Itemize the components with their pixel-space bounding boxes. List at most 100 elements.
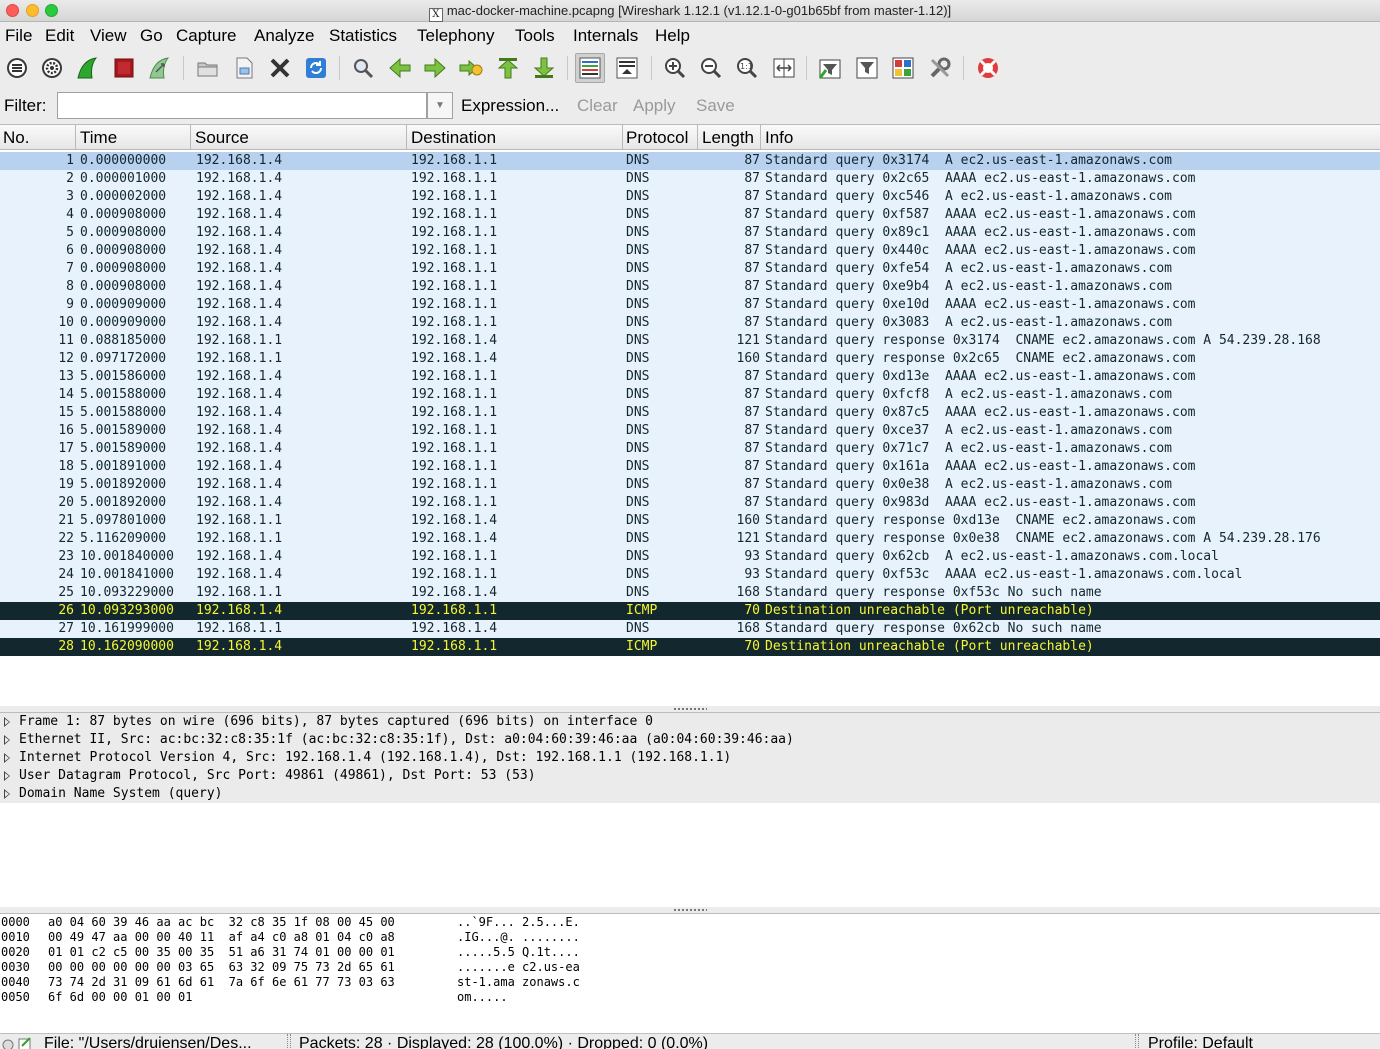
expand-arrow-icon[interactable] — [4, 735, 10, 745]
packet-row[interactable]: 22 5.116209000 192.168.1.1 192.168.1.4 DNS 12… — [0, 530, 1380, 548]
filter-input[interactable] — [57, 92, 427, 119]
interfaces-icon[interactable] — [2, 53, 32, 83]
column-header-destination[interactable]: Destination — [408, 125, 623, 150]
hex-ascii[interactable]: .....5.5 Q.1t.... — [457, 945, 580, 960]
column-header-length[interactable]: Length — [699, 125, 761, 150]
hex-offset[interactable]: 0030 — [1, 960, 30, 975]
zoom-in-icon[interactable] — [660, 53, 690, 83]
packet-row[interactable]: 19 5.001892000 192.168.1.4 192.168.1.1 DNS 87… — [0, 476, 1380, 494]
back-icon[interactable] — [385, 53, 415, 83]
apply-button[interactable]: Apply — [633, 96, 676, 116]
column-header-no[interactable]: No. — [0, 125, 76, 150]
hex-offset[interactable]: 0010 — [1, 930, 30, 945]
hex-bytes[interactable]: 00 49 47 aa 00 00 40 11 af a4 c0 a8 01 0… — [48, 930, 395, 945]
hex-ascii[interactable]: .IG...@. ........ — [457, 930, 580, 945]
packet-row[interactable]: 5 0.000908000 192.168.1.4 192.168.1.1 DNS 87 S… — [0, 224, 1380, 242]
hex-bytes[interactable]: 6f 6d 00 00 01 00 01 — [48, 990, 193, 1005]
packet-row[interactable]: 2 0.000001000 192.168.1.4 192.168.1.1 DNS 87 S… — [0, 170, 1380, 188]
hex-bytes[interactable]: 01 01 c2 c5 00 35 00 35 51 a6 31 74 01 0… — [48, 945, 395, 960]
packet-row[interactable]: 12 0.097172000 192.168.1.1 192.168.1.4 DNS 16… — [0, 350, 1380, 368]
menu-help[interactable]: Help — [655, 26, 690, 46]
colorize-icon[interactable] — [575, 53, 605, 83]
detail-tree-item[interactable]: Internet Protocol Version 4, Src: 192.16… — [0, 749, 1380, 767]
help-icon[interactable] — [973, 53, 1003, 83]
expert-info-icon[interactable] — [1, 1036, 15, 1049]
expand-arrow-icon[interactable] — [4, 789, 10, 799]
packet-row[interactable]: 1 0.000000000 192.168.1.4 192.168.1.1 DNS 87 S… — [0, 152, 1380, 170]
expand-arrow-icon[interactable] — [4, 717, 10, 727]
packet-row[interactable]: 14 5.001588000 192.168.1.4 192.168.1.1 DNS 87… — [0, 386, 1380, 404]
packet-row[interactable]: 11 0.088185000 192.168.1.1 192.168.1.4 DNS 12… — [0, 332, 1380, 350]
go-to-packet-icon[interactable] — [456, 53, 486, 83]
column-header-info[interactable]: Info — [762, 125, 1380, 150]
status-profile[interactable]: Profile: Default — [1148, 1034, 1378, 1049]
normal-size-icon[interactable]: 1:1 — [732, 53, 762, 83]
stop-capture-icon[interactable] — [109, 53, 139, 83]
hex-offset[interactable]: 0040 — [1, 975, 30, 990]
save-filter-button[interactable]: Save — [696, 96, 735, 116]
options-icon[interactable] — [37, 53, 67, 83]
packet-row[interactable]: 3 0.000002000 192.168.1.4 192.168.1.1 DNS 87 S… — [0, 188, 1380, 206]
start-capture-icon[interactable] — [73, 53, 103, 83]
first-packet-icon[interactable] — [493, 53, 523, 83]
packet-row[interactable]: 28 10.162090000 192.168.1.4 192.168.1.1 ICMP… — [0, 638, 1380, 656]
packet-row[interactable]: 23 10.001840000 192.168.1.4 192.168.1.1 DNS 9… — [0, 548, 1380, 566]
hex-ascii[interactable]: st-1.ama zonaws.c — [457, 975, 580, 990]
hex-bytes[interactable]: a0 04 60 39 46 aa ac bc 32 c8 35 1f 08 0… — [48, 915, 395, 930]
preferences-icon[interactable] — [925, 53, 955, 83]
menu-view[interactable]: View — [90, 26, 127, 46]
detail-tree-item[interactable]: Ethernet II, Src: ac:bc:32:c8:35:1f (ac:… — [0, 731, 1380, 749]
packet-row[interactable]: 16 5.001589000 192.168.1.4 192.168.1.1 DNS 87… — [0, 422, 1380, 440]
detail-tree-item[interactable]: User Datagram Protocol, Src Port: 49861 … — [0, 767, 1380, 785]
forward-icon[interactable] — [420, 53, 450, 83]
hex-bytes[interactable]: 00 00 00 00 00 00 03 65 63 32 09 75 73 2… — [48, 960, 395, 975]
find-icon[interactable] — [348, 53, 378, 83]
packet-row[interactable]: 24 10.001841000 192.168.1.4 192.168.1.1 DNS 9… — [0, 566, 1380, 584]
filter-dropdown-button[interactable]: ▼ — [427, 92, 453, 119]
packet-row[interactable]: 10 0.000909000 192.168.1.4 192.168.1.1 DNS 87… — [0, 314, 1380, 332]
detail-tree-item[interactable]: Frame 1: 87 bytes on wire (696 bits), 87… — [0, 713, 1380, 731]
menu-capture[interactable]: Capture — [176, 26, 236, 46]
menu-telephony[interactable]: Telephony — [417, 26, 495, 46]
capture-filters-icon[interactable] — [815, 53, 845, 83]
packet-row[interactable]: 4 0.000908000 192.168.1.4 192.168.1.1 DNS 87 S… — [0, 206, 1380, 224]
resize-columns-icon[interactable] — [769, 53, 799, 83]
detail-tree-item[interactable]: Domain Name System (query) — [0, 785, 1380, 803]
packet-row[interactable]: 8 0.000908000 192.168.1.4 192.168.1.1 DNS 87 S… — [0, 278, 1380, 296]
coloring-rules-icon[interactable] — [888, 53, 918, 83]
column-header-time[interactable]: Time — [77, 125, 191, 150]
save-file-icon[interactable] — [229, 53, 259, 83]
hex-bytes[interactable]: 73 74 2d 31 09 61 6d 61 7a 6f 6e 61 77 7… — [48, 975, 395, 990]
hex-offset[interactable]: 0020 — [1, 945, 30, 960]
restart-capture-icon[interactable] — [145, 53, 175, 83]
hex-ascii[interactable]: ..`9F... 2.5...E. — [457, 915, 580, 930]
hex-ascii[interactable]: om..... — [457, 990, 508, 1005]
menu-edit[interactable]: Edit — [45, 26, 74, 46]
packet-row[interactable]: 9 0.000909000 192.168.1.4 192.168.1.1 DNS 87 S… — [0, 296, 1380, 314]
packet-row[interactable]: 21 5.097801000 192.168.1.1 192.168.1.4 DNS 16… — [0, 512, 1380, 530]
hex-offset[interactable]: 0050 — [1, 990, 30, 1005]
menu-go[interactable]: Go — [140, 26, 163, 46]
packet-row[interactable]: 26 10.093293000 192.168.1.4 192.168.1.1 ICMP… — [0, 602, 1380, 620]
packet-list[interactable]: No. Time Source Destination Protocol Len… — [0, 124, 1380, 706]
zoom-out-icon[interactable] — [696, 53, 726, 83]
menu-statistics[interactable]: Statistics — [329, 26, 397, 46]
column-header-source[interactable]: Source — [192, 125, 407, 150]
open-file-icon[interactable] — [193, 53, 223, 83]
packet-row[interactable]: 15 5.001588000 192.168.1.4 192.168.1.1 DNS 87… — [0, 404, 1380, 422]
packet-row[interactable]: 25 10.093229000 192.168.1.1 192.168.1.4 DNS 1… — [0, 584, 1380, 602]
menu-tools[interactable]: Tools — [515, 26, 555, 46]
menu-file[interactable]: File — [5, 26, 32, 46]
packet-row[interactable]: 20 5.001892000 192.168.1.4 192.168.1.1 DNS 87… — [0, 494, 1380, 512]
close-file-icon[interactable] — [265, 53, 295, 83]
packet-row[interactable]: 27 10.161999000 192.168.1.1 192.168.1.4 DNS 1… — [0, 620, 1380, 638]
packet-row[interactable]: 17 5.001589000 192.168.1.4 192.168.1.1 DNS 87… — [0, 440, 1380, 458]
menu-internals[interactable]: Internals — [573, 26, 638, 46]
capture-comment-icon[interactable] — [18, 1036, 32, 1049]
hex-offset[interactable]: 0000 — [1, 915, 30, 930]
expand-arrow-icon[interactable] — [4, 753, 10, 763]
packet-row[interactable]: 6 0.000908000 192.168.1.4 192.168.1.1 DNS 87 S… — [0, 242, 1380, 260]
packet-row[interactable]: 13 5.001586000 192.168.1.4 192.168.1.1 DNS 87… — [0, 368, 1380, 386]
last-packet-icon[interactable] — [529, 53, 559, 83]
clear-button[interactable]: Clear — [577, 96, 618, 116]
